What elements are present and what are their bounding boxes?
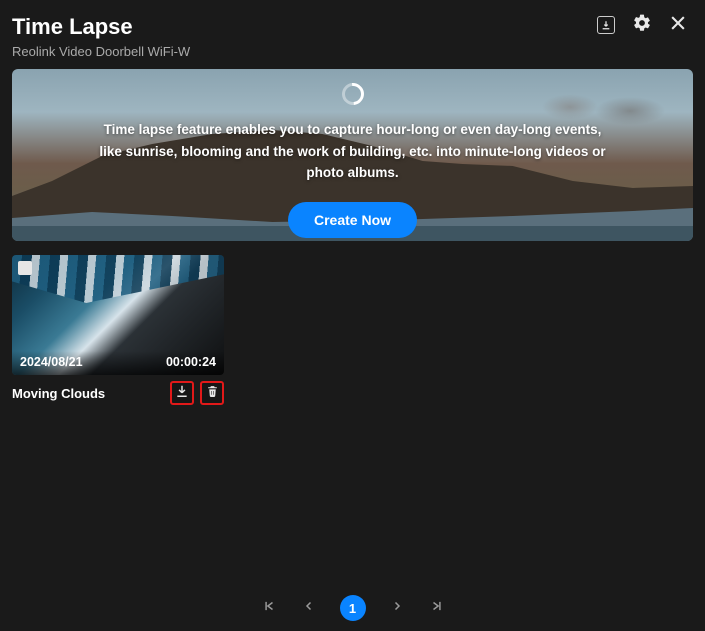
- timelapse-date: 2024/08/21: [20, 355, 83, 369]
- download-icon: [597, 16, 615, 34]
- last-page-button[interactable]: [428, 599, 446, 617]
- chevron-left-icon: [303, 599, 315, 617]
- header-actions: [595, 14, 689, 36]
- thumbnail-footer: 2024/08/21 00:00:24: [12, 351, 224, 375]
- device-subtitle: Reolink Video Doorbell WiFi-W: [12, 44, 190, 59]
- download-all-button[interactable]: [595, 14, 617, 36]
- timelapse-gallery: 2024/08/21 00:00:24 Moving Clouds: [0, 241, 705, 419]
- delete-item-button[interactable]: [200, 381, 224, 405]
- download-item-button[interactable]: [170, 381, 194, 405]
- timelapse-title: Moving Clouds: [12, 386, 105, 401]
- timelapse-item: 2024/08/21 00:00:24 Moving Clouds: [12, 255, 224, 405]
- prev-page-button[interactable]: [300, 599, 318, 617]
- spinner-icon: [337, 79, 368, 110]
- close-icon: [668, 13, 688, 38]
- banner-description: Time lapse feature enables you to captur…: [53, 119, 653, 184]
- pagination: 1: [0, 595, 705, 621]
- last-page-icon: [430, 599, 444, 618]
- timelapse-thumbnail[interactable]: 2024/08/21 00:00:24: [12, 255, 224, 375]
- feature-banner: Time lapse feature enables you to captur…: [12, 69, 693, 241]
- next-page-button[interactable]: [388, 599, 406, 617]
- banner-content: Time lapse feature enables you to captur…: [12, 69, 693, 241]
- chevron-right-icon: [391, 599, 403, 617]
- timelapse-duration: 00:00:24: [166, 355, 216, 369]
- trash-icon: [206, 384, 219, 403]
- thumbnail-image: [12, 255, 224, 303]
- settings-button[interactable]: [631, 14, 653, 36]
- download-icon: [175, 384, 189, 403]
- item-actions: [170, 381, 224, 405]
- item-footer: Moving Clouds: [12, 381, 224, 405]
- select-checkbox[interactable]: [18, 261, 32, 275]
- header: Time Lapse Reolink Video Doorbell WiFi-W: [0, 0, 705, 69]
- page-number[interactable]: 1: [340, 595, 366, 621]
- first-page-icon: [262, 599, 276, 618]
- header-left: Time Lapse Reolink Video Doorbell WiFi-W: [12, 14, 190, 59]
- create-now-button[interactable]: Create Now: [288, 202, 417, 238]
- page-title: Time Lapse: [12, 14, 190, 40]
- first-page-button[interactable]: [260, 599, 278, 617]
- gear-icon: [632, 13, 652, 38]
- close-button[interactable]: [667, 14, 689, 36]
